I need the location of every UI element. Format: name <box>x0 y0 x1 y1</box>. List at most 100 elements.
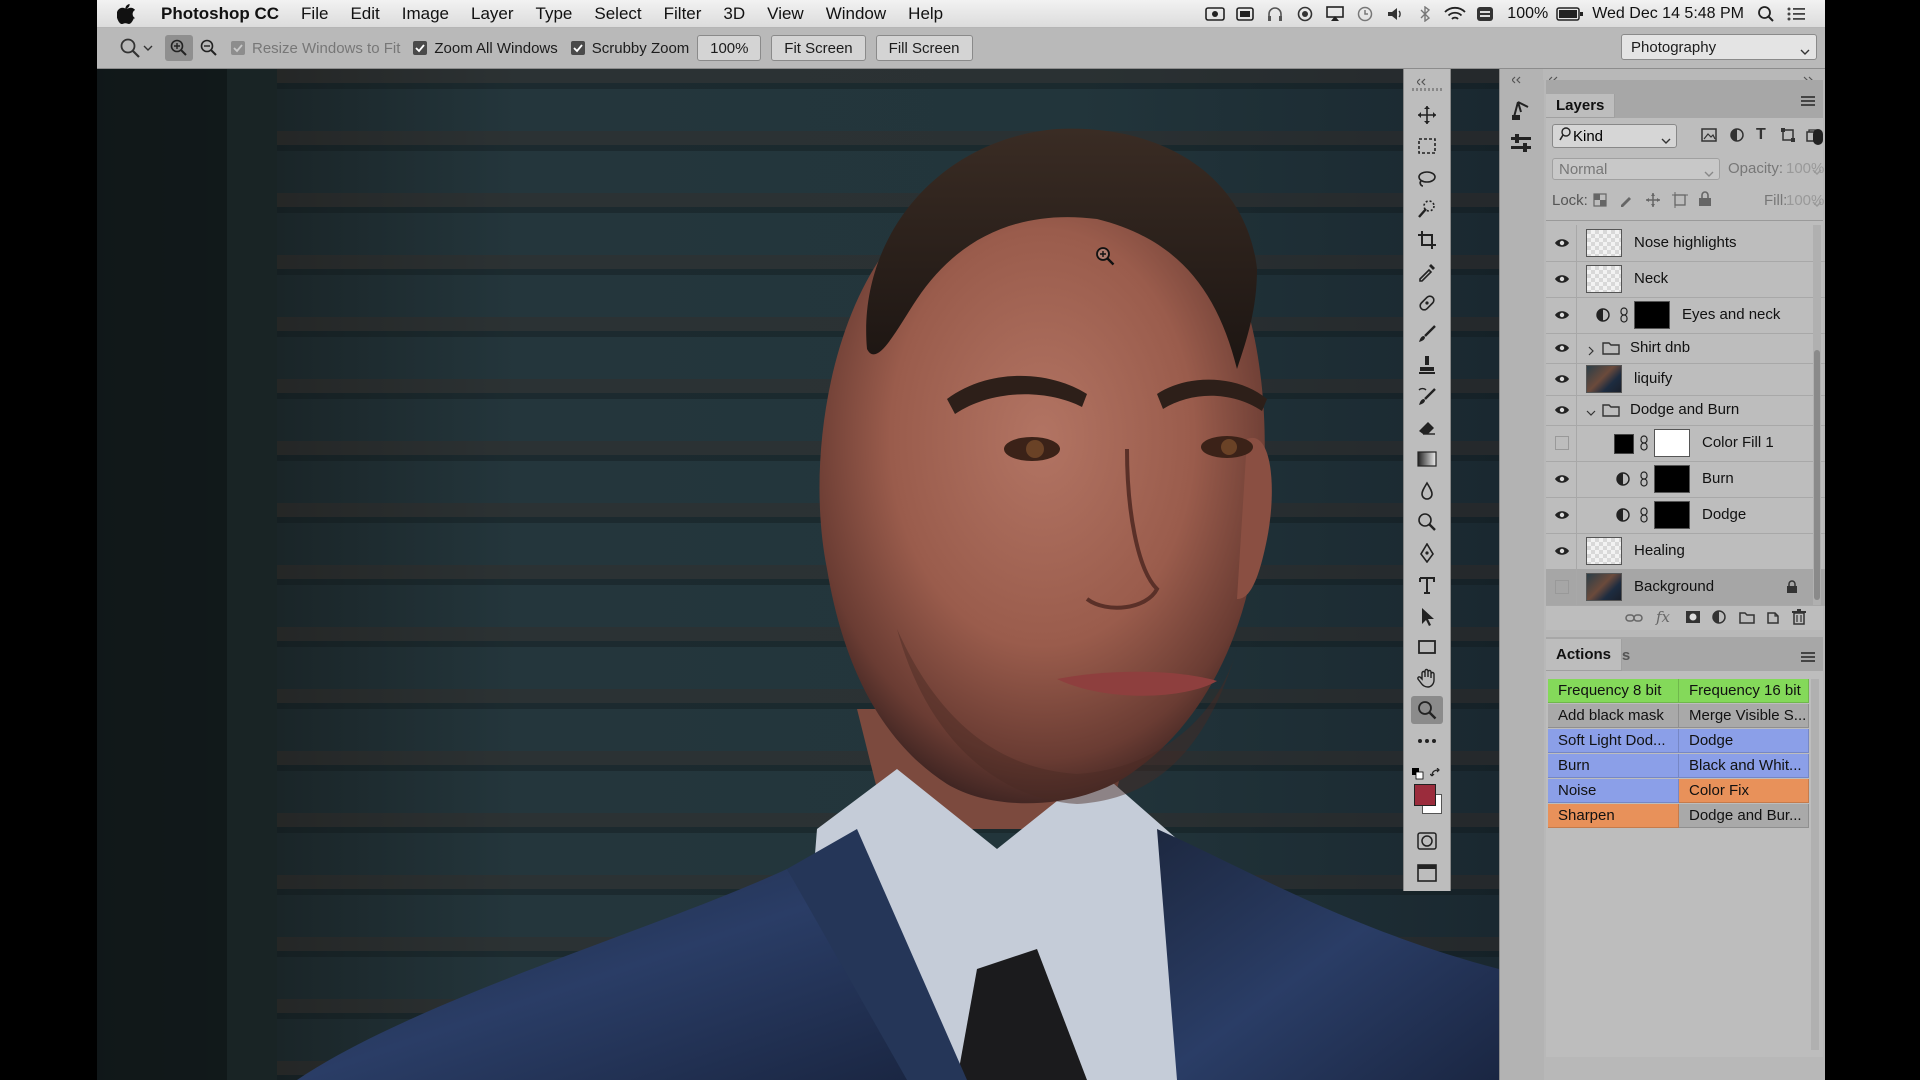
keyboard-icon[interactable] <box>1470 0 1500 27</box>
filter-adjustment-icon[interactable] <box>1730 128 1744 147</box>
marquee-icon[interactable] <box>1411 132 1443 160</box>
adjustments-panel-icon[interactable] <box>1510 133 1532 158</box>
action-noise[interactable]: Noise <box>1548 779 1679 803</box>
menu-window[interactable]: Window <box>815 4 897 24</box>
layer-row-dodge[interactable]: Dodge <box>1546 497 1825 534</box>
layer-row-shirt-dnb[interactable]: Shirt dnb <box>1546 333 1825 364</box>
menu-type[interactable]: Type <box>525 4 584 24</box>
menu-layer[interactable]: Layer <box>460 4 525 24</box>
layer-filter-select[interactable]: Kind <box>1552 124 1677 148</box>
crop-icon[interactable] <box>1411 226 1443 254</box>
lasso-icon[interactable] <box>1411 164 1443 192</box>
menu-app-name[interactable]: Photoshop CC <box>149 4 290 24</box>
eye-hidden-box[interactable] <box>1554 579 1570 595</box>
scrubby-zoom-checkbox[interactable] <box>570 41 585 55</box>
strip-collapse-icon[interactable] <box>1511 71 1532 89</box>
fill-chevron-icon[interactable] <box>1812 195 1822 213</box>
layer-row-neck[interactable]: Neck <box>1546 261 1825 298</box>
lock-position-icon[interactable] <box>1645 192 1661 213</box>
layer-row-dodge-and-burn[interactable]: Dodge and Burn <box>1546 395 1825 426</box>
layer-mask-thumbnail[interactable] <box>1654 501 1690 529</box>
layers-scroll-track[interactable] <box>1813 225 1821 605</box>
actions-panel-menu-icon[interactable] <box>1801 649 1815 667</box>
fill-color-thumbnail[interactable] <box>1614 434 1634 454</box>
swap-colors-icon[interactable] <box>1429 767 1442 785</box>
eye-icon[interactable] <box>1554 271 1570 287</box>
action-black-and-whit[interactable]: Black and Whit... <box>1679 754 1809 778</box>
eye-icon[interactable] <box>1554 507 1570 523</box>
layer-mask-thumbnail[interactable] <box>1634 301 1670 329</box>
spotlight-icon[interactable] <box>1751 0 1781 27</box>
chevron-down-icon[interactable] <box>1586 405 1596 422</box>
hand-icon[interactable] <box>1411 664 1443 692</box>
action-soft-light-dod[interactable]: Soft Light Dod... <box>1548 729 1679 753</box>
action-burn[interactable]: Burn <box>1548 754 1679 778</box>
brush-icon[interactable] <box>1411 320 1443 348</box>
eye-icon[interactable] <box>1554 235 1570 251</box>
delete-layer-icon[interactable] <box>1792 609 1806 630</box>
healing-icon[interactable] <box>1411 289 1443 317</box>
gradient-icon[interactable] <box>1411 445 1443 473</box>
menu-filter[interactable]: Filter <box>653 4 713 24</box>
resize-windows-checkbox[interactable] <box>231 41 245 55</box>
eye-hidden-box[interactable] <box>1554 435 1570 451</box>
sync-icon[interactable] <box>1290 0 1320 27</box>
blur-icon[interactable] <box>1411 477 1443 505</box>
apple-icon[interactable] <box>117 3 137 25</box>
eye-icon[interactable] <box>1554 402 1570 418</box>
link-layers-icon[interactable] <box>1625 611 1643 629</box>
menu-image[interactable]: Image <box>391 4 460 24</box>
action-dodge[interactable]: Dodge <box>1679 729 1809 753</box>
filter-shape-icon[interactable] <box>1781 128 1795 147</box>
action-add-black-mask[interactable]: Add black mask <box>1548 704 1679 728</box>
fill-screen-button[interactable]: Fill Screen <box>875 35 973 61</box>
eye-icon[interactable] <box>1554 371 1570 387</box>
wifi-icon[interactable] <box>1440 0 1470 27</box>
foreground-color-swatch[interactable] <box>1414 784 1436 806</box>
preset-chevron-down-icon[interactable] <box>141 35 155 61</box>
layer-mask-thumbnail[interactable] <box>1654 465 1690 493</box>
fx-icon[interactable]: fx <box>1656 608 1670 626</box>
quick-mask-icon[interactable] <box>1411 827 1443 855</box>
blend-mode-select[interactable]: Normal <box>1552 158 1720 180</box>
new-adjustment-icon[interactable] <box>1712 610 1726 629</box>
layer-row-nose-highlights[interactable]: Nose highlights <box>1546 225 1825 262</box>
clock[interactable]: Wed Dec 14 5:48 PM <box>1585 5 1751 23</box>
action-frequency-16-bit[interactable]: Frequency 16 bit <box>1679 679 1809 703</box>
lock-all-icon[interactable] <box>1698 191 1712 212</box>
stamp-icon[interactable] <box>1411 351 1443 379</box>
default-colors-icon[interactable] <box>1412 767 1424 785</box>
fit-screen-button[interactable]: Fit Screen <box>771 35 866 61</box>
quick-select-icon[interactable] <box>1411 195 1443 223</box>
action-color-fix[interactable]: Color Fix <box>1679 779 1809 803</box>
dodge-tool-icon[interactable] <box>1411 508 1443 536</box>
layer-row-liquify[interactable]: liquify <box>1546 363 1825 396</box>
lock-image-icon[interactable] <box>1619 193 1633 212</box>
tab-actions[interactable]: Actions <box>1546 639 1623 671</box>
type-icon[interactable] <box>1411 571 1443 599</box>
workspace-select[interactable]: Photography <box>1621 34 1817 60</box>
zoom-tool-preset-icon[interactable] <box>119 35 141 61</box>
zoom-icon[interactable] <box>1411 695 1443 724</box>
eye-icon[interactable] <box>1554 543 1570 559</box>
more-icon[interactable] <box>1411 727 1443 755</box>
screen-record-icon[interactable] <box>1200 0 1230 27</box>
zoom-all-windows-checkbox[interactable] <box>413 41 428 55</box>
tab-layers[interactable]: Layers <box>1546 94 1616 118</box>
layer-mask-thumbnail[interactable] <box>1654 429 1690 457</box>
action-sharpen[interactable]: Sharpen <box>1548 804 1679 828</box>
menu-edit[interactable]: Edit <box>339 4 390 24</box>
screen-mode-icon[interactable] <box>1411 859 1443 887</box>
history-brush-icon[interactable] <box>1411 383 1443 411</box>
layers-panel-menu-icon[interactable] <box>1801 93 1815 111</box>
eraser-icon[interactable] <box>1411 414 1443 442</box>
new-layer-icon[interactable] <box>1766 610 1780 629</box>
move-icon[interactable] <box>1411 101 1443 129</box>
notification-center-icon[interactable] <box>1781 0 1811 27</box>
history-panel-icon[interactable] <box>1510 99 1532 126</box>
menu-view[interactable]: View <box>756 4 815 24</box>
window-icon[interactable] <box>1230 0 1260 27</box>
mask-link-icon[interactable] <box>1640 507 1648 527</box>
layer-row-healing[interactable]: Healing <box>1546 533 1825 570</box>
eye-icon[interactable] <box>1554 471 1570 487</box>
